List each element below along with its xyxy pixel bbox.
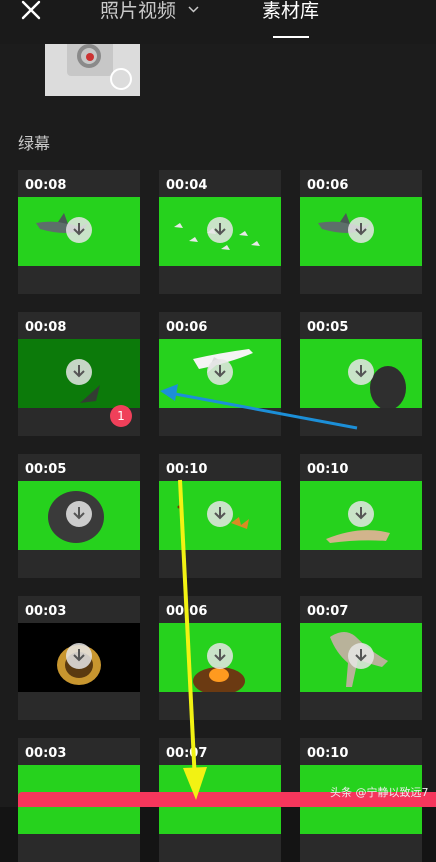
download-icon[interactable]	[66, 359, 92, 385]
clip-duration: 00:08	[25, 178, 67, 193]
green-screen-clip[interactable]: 00:06	[300, 170, 422, 294]
clip-duration: 00:07	[166, 746, 208, 761]
active-tab-indicator	[273, 36, 309, 38]
clip-duration: 00:05	[25, 462, 67, 477]
green-screen-clip[interactable]: 00:07	[300, 596, 422, 720]
selection-count-badge: 1	[110, 405, 132, 427]
clip-duration: 00:03	[25, 604, 67, 619]
green-screen-clip[interactable]: 00:06	[159, 596, 281, 720]
tab-material-library[interactable]: 素材库	[262, 0, 319, 22]
tab-material-label: 素材库	[262, 0, 320, 22]
download-icon[interactable]	[348, 643, 374, 669]
clip-duration: 00:06	[166, 604, 208, 619]
watermark: 头条 @宁静以致远7	[330, 786, 429, 799]
green-screen-clip[interactable]: 00:05	[18, 454, 140, 578]
clip-duration: 00:08	[25, 320, 67, 335]
green-screen-clip[interactable]: 00:10	[159, 454, 281, 578]
download-icon[interactable]	[348, 501, 374, 527]
download-icon[interactable]	[66, 643, 92, 669]
clip-duration: 00:04	[166, 178, 208, 193]
top-bar: 照片视频 素材库	[0, 0, 436, 44]
clip-duration: 00:06	[307, 178, 349, 193]
download-icon[interactable]	[66, 501, 92, 527]
tab-photos-videos[interactable]: 照片视频	[100, 0, 199, 22]
download-icon[interactable]	[207, 643, 233, 669]
section-title-green-screen: 绿幕	[18, 134, 51, 153]
close-icon[interactable]	[18, 0, 44, 26]
clip-duration: 00:05	[307, 320, 349, 335]
green-screen-clip[interactable]: 00:10	[300, 454, 422, 578]
download-icon[interactable]	[207, 501, 233, 527]
download-icon[interactable]	[207, 359, 233, 385]
download-icon[interactable]	[348, 217, 374, 243]
download-icon[interactable]	[66, 217, 92, 243]
tab-photos-label: 照片视频	[100, 0, 177, 22]
clip-duration: 00:06	[166, 320, 208, 335]
green-screen-clip[interactable]: 00:04	[159, 170, 281, 294]
clip-duration: 00:07	[307, 604, 349, 619]
download-icon[interactable]	[207, 217, 233, 243]
clip-duration: 00:10	[307, 462, 349, 477]
target-image	[67, 44, 113, 76]
green-screen-clip[interactable]: 00:05	[300, 312, 422, 436]
clip-duration: 00:03	[25, 746, 67, 761]
green-screen-clip[interactable]: 00:06	[159, 312, 281, 436]
download-icon[interactable]	[348, 359, 374, 385]
chevron-down-icon	[188, 6, 199, 13]
clip-duration: 00:10	[307, 746, 349, 761]
green-screen-clip[interactable]: 00:08	[18, 170, 140, 294]
select-circle[interactable]	[110, 68, 132, 90]
clip-duration: 00:10	[166, 462, 208, 477]
green-screen-clip[interactable]: 00:03	[18, 596, 140, 720]
